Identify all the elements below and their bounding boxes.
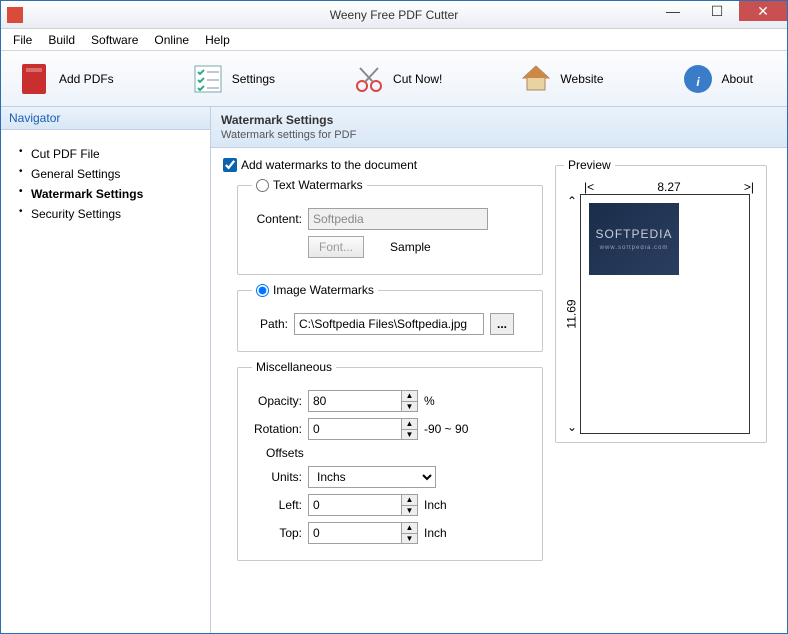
scissors-icon bbox=[351, 61, 387, 97]
page-height: 11.69 bbox=[565, 299, 579, 328]
close-button[interactable]: ✕ bbox=[739, 1, 787, 21]
add-watermarks-checkbox[interactable] bbox=[223, 158, 237, 172]
top-spinner[interactable]: ▲▼ bbox=[308, 522, 418, 544]
preview-group: Preview |<8.27>| ⌃11.69⌄ SOFTPEDIA www.s… bbox=[555, 158, 767, 443]
maximize-button[interactable]: ☐ bbox=[695, 1, 739, 21]
ruler-horizontal: |<8.27>| bbox=[564, 180, 758, 194]
text-watermarks-legend: Text Watermarks bbox=[273, 178, 363, 192]
rotation-spinner[interactable]: ▲▼ bbox=[308, 418, 418, 440]
spin-up-icon[interactable]: ▲ bbox=[401, 419, 417, 430]
sidebar-item-security[interactable]: Security Settings bbox=[17, 204, 202, 224]
unit-label: Inch bbox=[424, 498, 447, 512]
sidebar-item-watermark[interactable]: Watermark Settings bbox=[17, 184, 202, 204]
watermark-subtext: www.softpedia.com bbox=[600, 245, 669, 251]
watermark-preview: SOFTPEDIA www.softpedia.com bbox=[589, 203, 679, 275]
offsets-legend: Offsets bbox=[266, 446, 532, 460]
add-watermarks-label: Add watermarks to the document bbox=[241, 158, 417, 172]
toolbar-about[interactable]: i About bbox=[672, 57, 761, 101]
toolbar-label: Settings bbox=[232, 72, 275, 86]
sample-label: Sample bbox=[390, 240, 431, 254]
preview-page: SOFTPEDIA www.softpedia.com bbox=[580, 194, 750, 434]
spin-down-icon[interactable]: ▼ bbox=[401, 534, 417, 544]
menu-software[interactable]: Software bbox=[83, 31, 146, 49]
sidebar: Navigator Cut PDF File General Settings … bbox=[1, 107, 211, 633]
rotation-range: -90 ~ 90 bbox=[424, 422, 468, 436]
toolbar: Add PDFs Settings Cut Now! Website i Abo… bbox=[1, 51, 787, 107]
opacity-unit: % bbox=[424, 394, 435, 408]
house-icon bbox=[518, 61, 554, 97]
toolbar-label: Website bbox=[560, 72, 603, 86]
browse-button[interactable]: ... bbox=[490, 313, 514, 335]
path-input[interactable] bbox=[294, 313, 484, 335]
menu-help[interactable]: Help bbox=[197, 31, 238, 49]
spin-down-icon[interactable]: ▼ bbox=[401, 430, 417, 440]
toolbar-add-pdfs[interactable]: Add PDFs bbox=[9, 57, 122, 101]
opacity-label: Opacity: bbox=[252, 394, 302, 408]
toolbar-label: Cut Now! bbox=[393, 72, 442, 86]
path-label: Path: bbox=[252, 317, 288, 331]
toolbar-website[interactable]: Website bbox=[510, 57, 611, 101]
toolbar-label: Add PDFs bbox=[59, 72, 114, 86]
sidebar-item-general[interactable]: General Settings bbox=[17, 164, 202, 184]
window-title: Weeny Free PDF Cutter bbox=[330, 8, 458, 22]
units-label: Units: bbox=[266, 470, 302, 484]
titlebar: Weeny Free PDF Cutter — ☐ ✕ bbox=[1, 1, 787, 29]
text-watermarks-group: Text Watermarks Content: Font... Sample bbox=[237, 178, 543, 275]
font-button[interactable]: Font... bbox=[308, 236, 364, 258]
page-subtitle: Watermark settings for PDF bbox=[221, 129, 777, 141]
checklist-icon bbox=[190, 61, 226, 97]
minimize-button[interactable]: — bbox=[651, 1, 695, 21]
menu-build[interactable]: Build bbox=[40, 31, 83, 49]
image-watermarks-radio[interactable] bbox=[256, 284, 269, 297]
spin-down-icon[interactable]: ▼ bbox=[401, 506, 417, 516]
content-label: Content: bbox=[252, 212, 302, 226]
page-title: Watermark Settings bbox=[221, 113, 777, 127]
toolbar-label: About bbox=[722, 72, 753, 86]
unit-label: Inch bbox=[424, 526, 447, 540]
image-watermarks-legend: Image Watermarks bbox=[273, 283, 374, 297]
image-watermarks-group: Image Watermarks Path: ... bbox=[237, 283, 543, 352]
page-width: 8.27 bbox=[657, 180, 680, 194]
rotation-label: Rotation: bbox=[252, 422, 302, 436]
main-header: Watermark Settings Watermark settings fo… bbox=[211, 107, 787, 148]
spin-down-icon[interactable]: ▼ bbox=[401, 402, 417, 412]
top-label: Top: bbox=[266, 526, 302, 540]
content-input[interactable] bbox=[308, 208, 488, 230]
toolbar-settings[interactable]: Settings bbox=[182, 57, 283, 101]
left-label: Left: bbox=[266, 498, 302, 512]
menu-online[interactable]: Online bbox=[146, 31, 197, 49]
sidebar-header: Navigator bbox=[1, 107, 210, 130]
opacity-spinner[interactable]: ▲▼ bbox=[308, 390, 418, 412]
misc-legend: Miscellaneous bbox=[252, 360, 336, 374]
sidebar-item-cut-pdf[interactable]: Cut PDF File bbox=[17, 144, 202, 164]
spin-up-icon[interactable]: ▲ bbox=[401, 523, 417, 534]
spin-up-icon[interactable]: ▲ bbox=[401, 495, 417, 506]
spin-up-icon[interactable]: ▲ bbox=[401, 391, 417, 402]
info-icon: i bbox=[680, 61, 716, 97]
toolbar-cut-now[interactable]: Cut Now! bbox=[343, 57, 450, 101]
text-watermarks-radio[interactable] bbox=[256, 179, 269, 192]
preview-legend: Preview bbox=[564, 158, 615, 172]
menubar: File Build Software Online Help bbox=[1, 29, 787, 51]
ruler-vertical: ⌃11.69⌄ bbox=[564, 194, 580, 434]
app-icon bbox=[7, 7, 23, 23]
units-select[interactable]: Inchs bbox=[308, 466, 436, 488]
watermark-text: SOFTPEDIA bbox=[595, 227, 672, 241]
menu-file[interactable]: File bbox=[5, 31, 40, 49]
miscellaneous-group: Miscellaneous Opacity: ▲▼ % Rotation: ▲▼… bbox=[237, 360, 543, 561]
pdf-icon bbox=[17, 61, 53, 97]
left-spinner[interactable]: ▲▼ bbox=[308, 494, 418, 516]
